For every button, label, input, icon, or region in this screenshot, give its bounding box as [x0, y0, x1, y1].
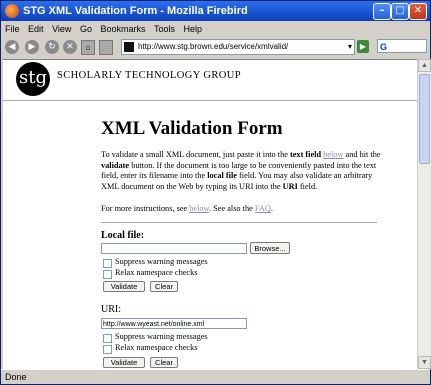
- url-dropdown-icon[interactable]: ▾: [348, 40, 352, 54]
- search-input[interactable]: G: [377, 39, 427, 53]
- scroll-up-icon[interactable]: ▲: [418, 59, 431, 72]
- site-favicon: [124, 42, 134, 52]
- local-file-input[interactable]: [101, 243, 247, 254]
- intro-text-field: text field: [289, 150, 322, 159]
- reload-icon[interactable]: ↻: [45, 40, 59, 54]
- go-button[interactable]: ▶: [357, 40, 369, 53]
- title-bar: STG XML Validation Form - Mozilla Firebi…: [1, 1, 430, 21]
- intro-text-3: and hit the: [343, 150, 381, 159]
- uri-suppress-label: Suppress warning messages: [115, 332, 208, 341]
- scroll-down-icon[interactable]: ▼: [418, 356, 431, 369]
- local-relax-checkbox[interactable]: [103, 270, 112, 279]
- url-bar[interactable]: http://www.stg.brown.edu/service/xmlvali…: [121, 39, 355, 55]
- firebird-icon: [5, 4, 19, 18]
- intro-text-1: To validate a small XML document, just p…: [101, 150, 290, 159]
- header-divider: [3, 100, 417, 101]
- intro-uri: URI: [282, 181, 298, 191]
- status-text: Done: [5, 372, 27, 382]
- forward-icon[interactable]: ▶: [25, 40, 39, 54]
- menu-view[interactable]: View: [52, 21, 71, 37]
- window-title: STG XML Validation Form - Mozilla Firebi…: [23, 5, 248, 17]
- uri-relax-checkbox[interactable]: [103, 345, 112, 354]
- below-link-2[interactable]: below: [189, 204, 209, 213]
- stop-icon[interactable]: ✕: [63, 40, 77, 54]
- faq-link[interactable]: FAQ: [255, 204, 271, 213]
- more-text-1: For more instructions, see: [101, 204, 190, 213]
- menu-file[interactable]: File: [5, 21, 20, 37]
- more-text-2: . See also the: [209, 204, 255, 213]
- uri-clear-button[interactable]: Clear: [150, 357, 178, 368]
- stg-logo: stg: [16, 62, 50, 96]
- navigation-toolbar: ◀ ▶ ↻ ✕ ⌂ http://www.stg.brown.edu/servi…: [1, 37, 430, 57]
- uri-relax-label: Relax namespace checks: [115, 343, 198, 352]
- home-icon[interactable]: ⌂: [81, 40, 95, 55]
- print-icon[interactable]: [99, 40, 113, 55]
- local-suppress-label: Suppress warning messages: [115, 257, 208, 266]
- below-link-1[interactable]: below: [323, 150, 343, 159]
- intro-text-6: field.: [297, 181, 318, 191]
- close-button[interactable]: ✕: [409, 3, 427, 20]
- local-relax-label: Relax namespace checks: [115, 268, 198, 277]
- local-suppress-checkbox[interactable]: [103, 259, 112, 268]
- intro-local-file: local file: [207, 171, 237, 181]
- browse-button[interactable]: Browse...: [250, 242, 290, 254]
- uri-label: URI:: [101, 304, 121, 315]
- menu-tools[interactable]: Tools: [154, 21, 175, 37]
- uri-input[interactable]: http://www.wyeast.net/online.xml: [101, 318, 247, 329]
- menu-bar: File Edit View Go Bookmarks Tools Help: [1, 21, 430, 37]
- scroll-thumb[interactable]: [419, 74, 430, 164]
- local-file-label: Local file:: [101, 230, 145, 241]
- browser-window: STG XML Validation Form - Mozilla Firebi…: [0, 0, 431, 385]
- menu-edit[interactable]: Edit: [28, 21, 44, 37]
- maximize-button[interactable]: □: [391, 3, 409, 20]
- menu-help[interactable]: Help: [184, 21, 203, 37]
- menu-bookmarks[interactable]: Bookmarks: [100, 21, 145, 37]
- page-title: XML Validation Form: [101, 118, 283, 139]
- more-instructions: For more instructions, see below. See al…: [101, 204, 383, 215]
- intro-paragraph: To validate a small XML document, just p…: [101, 150, 383, 192]
- section-divider: [101, 222, 377, 223]
- page-content: stg SCHOLARLY TECHNOLOGY GROUP XML Valid…: [3, 59, 417, 370]
- uri-validate-button[interactable]: Validate: [103, 357, 145, 368]
- back-icon[interactable]: ◀: [5, 40, 19, 54]
- intro-validate: validate: [101, 160, 130, 170]
- url-text: http://www.stg.brown.edu/service/xmlvali…: [138, 42, 289, 51]
- more-text-3: .: [270, 204, 273, 213]
- minimize-button[interactable]: –: [373, 3, 391, 20]
- menu-go[interactable]: Go: [80, 21, 92, 37]
- vertical-scrollbar[interactable]: ▲ ▼: [417, 59, 431, 369]
- uri-suppress-checkbox[interactable]: [103, 334, 112, 343]
- local-validate-button[interactable]: Validate: [103, 281, 145, 292]
- local-clear-button[interactable]: Clear: [150, 281, 178, 292]
- group-name: SCHOLARLY TECHNOLOGY GROUP: [57, 70, 241, 81]
- status-bar: Done: [1, 369, 430, 385]
